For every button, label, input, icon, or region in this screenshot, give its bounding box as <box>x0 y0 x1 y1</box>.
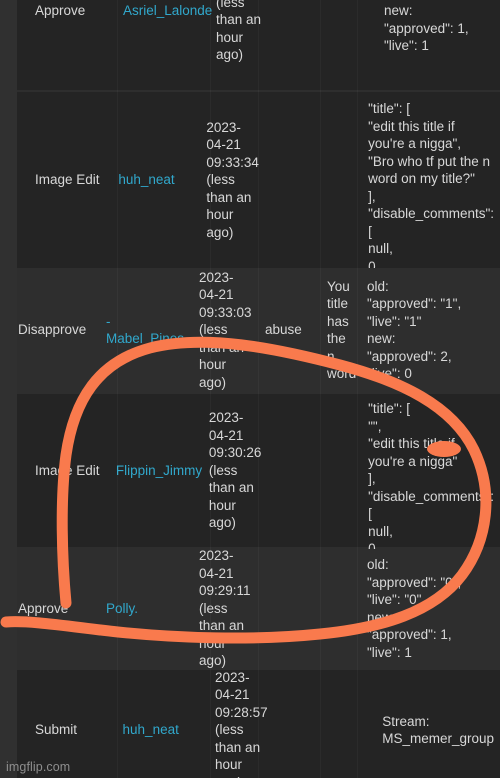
row-action: Image Edit <box>35 462 100 478</box>
row-user[interactable]: Flippin_Jimmy <box>110 462 203 480</box>
table-row[interactable]: Submit huh_neat 2023- 04-21 09:28:57 (le… <box>17 670 500 778</box>
row-user[interactable]: -Mabel_Pines- <box>100 313 193 348</box>
user-link[interactable]: huh_neat <box>118 172 174 187</box>
row-meta: Stream: MS_memer_group <box>382 713 495 747</box>
table-row-highlighted[interactable]: Image Edit Flippin_Jimmy 2023- 04-21 09:… <box>17 394 500 574</box>
user-link[interactable]: Polly. <box>106 601 138 616</box>
row-user[interactable]: Polly. <box>100 600 193 618</box>
table-row[interactable]: Approve Asriel_Lalonde 04-21 09:37:20 (l… <box>17 0 500 90</box>
table-row[interactable]: Image Edit huh_neat 2023- 04-21 09:33:34… <box>17 92 500 291</box>
table-row[interactable]: Disapprove -Mabel_Pines- 2023- 04-21 09:… <box>0 268 500 392</box>
moderation-log-screen: Approve Asriel_Lalonde 04-21 09:37:20 (l… <box>0 0 500 778</box>
user-link[interactable]: -Mabel_Pines- <box>106 314 189 347</box>
row-meta: old: "approved": "1", "live": "1" new: "… <box>367 278 462 382</box>
row-meta: "approved": "2", "live": "0" new: "appro… <box>384 0 469 54</box>
imgflip-watermark: imgflip.com <box>6 760 71 774</box>
row-action: Submit <box>35 722 78 738</box>
row-date: 2023- 04-21 09:29:11 (less than an hour … <box>199 548 251 669</box>
row-date: 2023- 04-21 09:33:34 (less than an hour … <box>206 119 259 240</box>
left-gutter <box>0 0 17 778</box>
row-user[interactable]: huh_neat <box>112 171 200 189</box>
row-date: 2023- 04-21 09:28:57 (less than an hour … <box>215 669 268 778</box>
row-user[interactable]: Asriel_Lalonde <box>117 2 212 20</box>
row-reason: abuse <box>265 322 302 338</box>
row-action: Image Edit <box>35 172 100 188</box>
row-date: 2023- 04-21 09:33:03 (less than an hour … <box>199 269 252 390</box>
user-link[interactable]: Flippin_Jimmy <box>116 463 202 478</box>
user-link[interactable]: Asriel_Lalonde <box>123 3 212 18</box>
row-user[interactable]: huh_neat <box>117 721 210 739</box>
table-row[interactable]: Approve Polly. 2023- 04-21 09:29:11 (les… <box>0 548 500 669</box>
row-meta: "title": [ "edit this title if you're a … <box>368 101 494 291</box>
row-action: Approve <box>35 3 86 19</box>
row-meta: "title": [ "", "edit this title if you'r… <box>368 401 495 574</box>
user-link[interactable]: huh_neat <box>123 722 179 737</box>
row-date: 2023- 04-21 09:30:26 (less than an hour … <box>208 410 262 531</box>
row-meta: old: "approved": "0", "live": "0" new: "… <box>367 557 462 660</box>
row-note: You title has the n word <box>327 278 357 382</box>
row-date: 04-21 09:37:20 (less than an hour ago) <box>216 0 262 62</box>
